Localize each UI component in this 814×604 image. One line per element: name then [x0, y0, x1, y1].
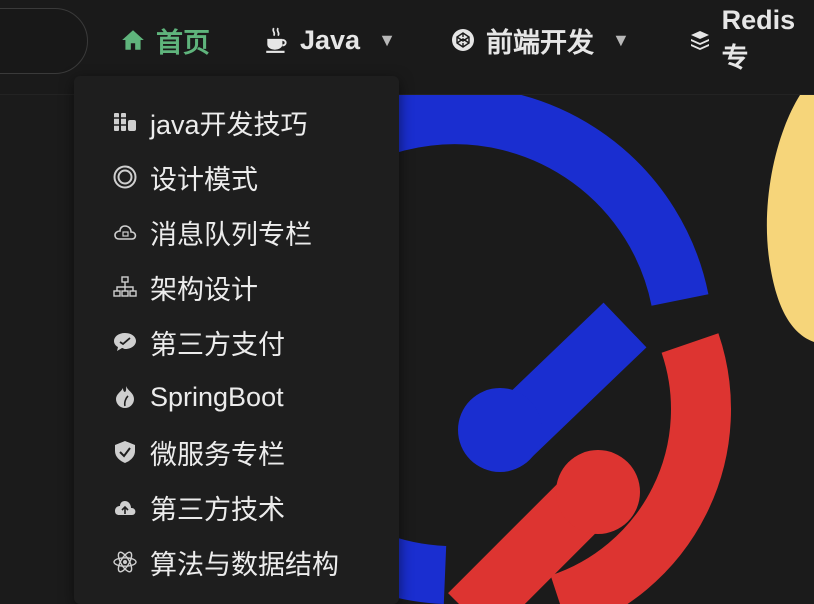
dropdown-item-label: 算法与数据结构 — [150, 549, 339, 580]
hero-yellow-shape — [766, 95, 814, 342]
books-icon — [112, 109, 138, 135]
chevron-down-icon: ▼ — [378, 29, 396, 50]
dropdown-item-label: 设计模式 — [150, 164, 258, 195]
dropdown-item-label: 微服务专栏 — [150, 439, 285, 470]
nav-frontend[interactable]: 前端开发 ▼ — [448, 18, 630, 62]
nav-java-label: Java — [300, 24, 361, 55]
nav-java[interactable]: Java ▼ — [262, 18, 396, 62]
dropdown-item-label: 架构设计 — [150, 274, 258, 305]
home-icon — [118, 25, 148, 55]
dropdown-item-third-party-tech[interactable]: 第三方技术 — [74, 485, 399, 529]
search-input[interactable] — [0, 8, 88, 74]
shield-icon — [112, 439, 138, 465]
leaf-icon — [112, 384, 138, 410]
sitemap-icon — [112, 274, 138, 300]
dropdown-item-java-tips[interactable]: java开发技巧 — [74, 100, 399, 144]
nav-redis[interactable]: Redis专 — [686, 5, 814, 73]
dropdown-item-label: 第三方支付 — [150, 329, 285, 360]
dropdown-item-microservices[interactable]: 微服务专栏 — [74, 430, 399, 474]
hero-red-knob — [556, 450, 640, 534]
layers-icon — [686, 25, 714, 55]
chevron-down-icon: ▼ — [612, 29, 630, 50]
java-dropdown-menu: java开发技巧 设计模式 消息队列专栏 架构设计 第三方支付 SpringBo… — [74, 76, 399, 604]
nav-frontend-label: 前端开发 — [486, 27, 594, 58]
cloud-icon — [112, 219, 138, 245]
dropdown-item-label: SpringBoot — [150, 381, 284, 412]
codepen-icon — [448, 25, 478, 55]
nav-home-label: 首页 — [156, 27, 210, 58]
nav-home[interactable]: 首页 — [118, 18, 210, 62]
cloud-upload-icon — [112, 494, 138, 520]
dropdown-item-label: java开发技巧 — [150, 109, 308, 140]
wechat-icon — [112, 329, 138, 355]
circle-ring-icon — [112, 164, 138, 190]
dropdown-item-label: 消息队列专栏 — [150, 219, 312, 250]
dropdown-item-architecture[interactable]: 架构设计 — [74, 265, 399, 309]
dropdown-item-payment[interactable]: 第三方支付 — [74, 320, 399, 364]
nav-redis-label: Redis专 — [721, 5, 796, 73]
dropdown-item-springboot[interactable]: SpringBoot — [74, 375, 399, 419]
dropdown-item-algorithms[interactable]: 算法与数据结构 — [74, 540, 399, 584]
dropdown-item-label: 第三方技术 — [150, 494, 285, 525]
atom-icon — [112, 549, 138, 575]
coffee-icon — [262, 25, 292, 55]
dropdown-item-design-patterns[interactable]: 设计模式 — [74, 155, 399, 199]
hero-blue-knob — [458, 388, 542, 472]
dropdown-item-message-queue[interactable]: 消息队列专栏 — [74, 210, 399, 254]
